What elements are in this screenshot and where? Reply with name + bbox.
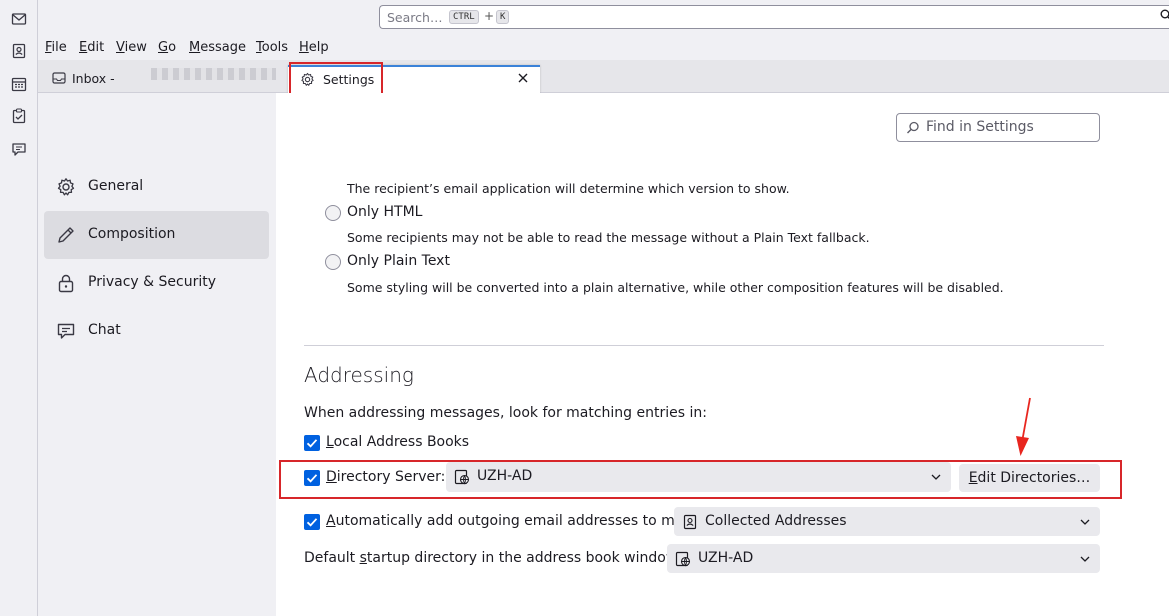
default-startup-directory-value: UZH-AD bbox=[698, 550, 754, 566]
only-plain-text-label[interactable]: Only Plain Text bbox=[347, 253, 450, 269]
nav-item-label: General bbox=[88, 178, 144, 194]
settings-content: Find in Settings The recipient’s email a… bbox=[276, 93, 1169, 616]
nav-item-chat[interactable]: Chat bbox=[44, 307, 269, 355]
addressing-intro: When addressing messages, look for match… bbox=[304, 405, 707, 421]
chat-icon bbox=[57, 323, 75, 339]
only-html-radio[interactable] bbox=[325, 205, 341, 221]
menu-edit[interactable]: Edit bbox=[79, 40, 104, 55]
pencil-icon bbox=[58, 227, 74, 243]
menu-tools[interactable]: Tools bbox=[256, 40, 288, 55]
nav-item-label: Chat bbox=[88, 322, 121, 338]
menu-message[interactable]: Message bbox=[189, 40, 246, 55]
highlight-box-settings-tab bbox=[289, 62, 383, 95]
nav-item-privacy-security[interactable]: Privacy & Security bbox=[44, 259, 269, 307]
search-icon bbox=[907, 121, 919, 134]
address-book-icon[interactable] bbox=[11, 43, 27, 59]
annotation-arrow-icon bbox=[1016, 397, 1031, 456]
menu-view[interactable]: View bbox=[116, 40, 147, 55]
collected-addresses-select[interactable]: Collected Addresses bbox=[674, 507, 1100, 536]
nav-item-general[interactable]: General bbox=[44, 163, 269, 211]
local-address-books-label[interactable]: Local Address Books bbox=[326, 434, 469, 450]
find-placeholder: Find in Settings bbox=[926, 119, 1034, 135]
close-icon[interactable] bbox=[516, 71, 530, 85]
menu-file[interactable]: File bbox=[45, 40, 67, 55]
collected-addresses-value: Collected Addresses bbox=[705, 513, 847, 529]
nav-item-label: Privacy & Security bbox=[88, 274, 216, 290]
local-address-books-checkbox[interactable] bbox=[304, 435, 320, 451]
auto-add-outgoing-label[interactable]: Automatically add outgoing email address… bbox=[326, 513, 687, 529]
calendar-icon[interactable] bbox=[11, 76, 27, 92]
only-html-note: Some recipients may not be able to read … bbox=[347, 230, 870, 245]
inbox-icon bbox=[52, 72, 66, 84]
global-search-input[interactable]: Search… CTRL + K bbox=[379, 5, 1169, 29]
settings-nav: General Composition Privacy & Security C… bbox=[38, 93, 276, 616]
lock-icon bbox=[58, 274, 74, 293]
globe-book-icon bbox=[675, 551, 691, 567]
shortcut-plus: + bbox=[484, 9, 495, 23]
menu-help[interactable]: Help bbox=[299, 40, 329, 55]
shortcut-ctrl-key: CTRL bbox=[449, 10, 479, 24]
shortcut-k-key: K bbox=[496, 10, 510, 24]
addressing-heading: Addressing bbox=[304, 363, 414, 387]
chevron-down-icon bbox=[1080, 519, 1090, 525]
address-book-icon bbox=[683, 514, 697, 530]
nav-item-label: Composition bbox=[88, 226, 176, 242]
chevron-down-icon bbox=[1080, 556, 1090, 562]
only-plain-text-radio[interactable] bbox=[325, 254, 341, 270]
recipient-note: The recipient’s email application will d… bbox=[347, 181, 790, 196]
default-startup-directory-select[interactable]: UZH-AD bbox=[667, 544, 1100, 573]
tasks-icon[interactable] bbox=[11, 108, 27, 124]
menu-go[interactable]: Go bbox=[158, 40, 176, 55]
default-startup-label: Default startup directory in the address… bbox=[304, 550, 682, 566]
only-plain-text-note: Some styling will be converted into a pl… bbox=[347, 280, 1004, 295]
chat-icon[interactable] bbox=[11, 141, 27, 157]
section-divider bbox=[304, 345, 1104, 346]
gear-icon bbox=[57, 178, 75, 196]
title-bar: Search… CTRL + K bbox=[38, 0, 1169, 36]
tab-bar: Inbox - Settings bbox=[38, 60, 1169, 93]
search-placeholder: Search… bbox=[387, 10, 443, 25]
find-in-settings-input[interactable]: Find in Settings bbox=[896, 113, 1100, 142]
search-icon[interactable] bbox=[1160, 9, 1169, 21]
tab-inbox-label: Inbox - bbox=[72, 71, 115, 86]
nav-item-composition[interactable]: Composition bbox=[44, 211, 269, 259]
redacted-account-name bbox=[151, 68, 276, 80]
spaces-toolbar bbox=[0, 0, 38, 616]
auto-add-outgoing-checkbox[interactable] bbox=[304, 514, 320, 530]
only-html-label[interactable]: Only HTML bbox=[347, 204, 422, 220]
highlight-box-directory-server bbox=[279, 460, 1122, 499]
mail-icon[interactable] bbox=[11, 11, 27, 27]
menubar: File Edit View Go Message Tools Help bbox=[38, 36, 1169, 60]
